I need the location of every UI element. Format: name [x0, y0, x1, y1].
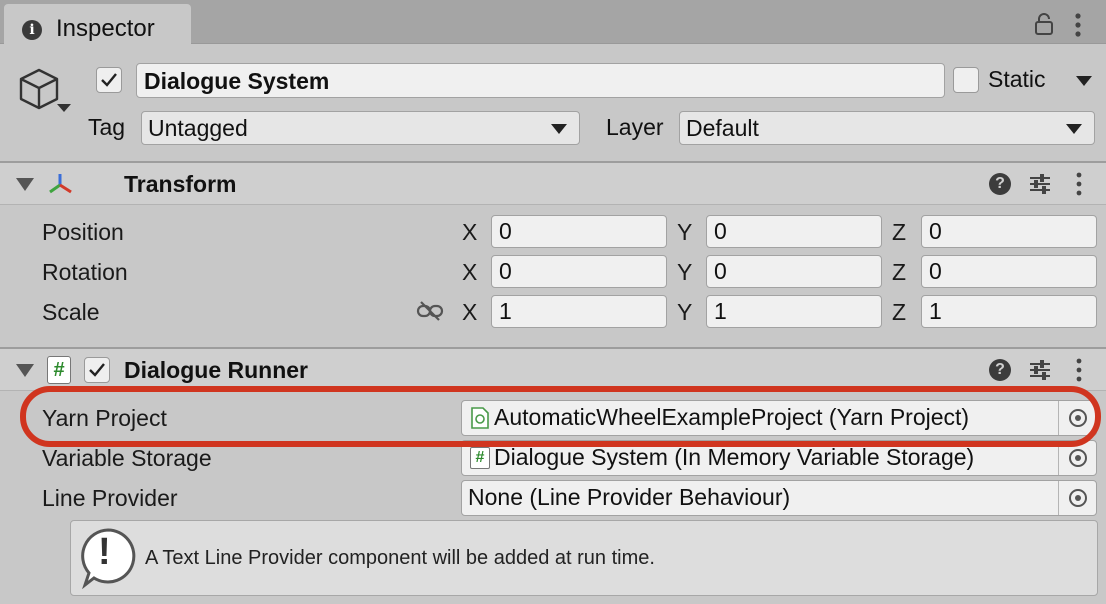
chevron-down-icon — [1066, 124, 1082, 134]
rotation-y-field[interactable]: 0 — [706, 255, 882, 288]
unlinked-chain-icon[interactable] — [416, 300, 444, 322]
target-icon — [1069, 489, 1087, 507]
axis-y-label: Y — [677, 299, 693, 325]
axis-z-label: Z — [892, 259, 907, 285]
presets-sliders-icon[interactable] — [1028, 172, 1052, 196]
lock-icon[interactable] — [1034, 13, 1054, 35]
line-provider-label: Line Provider — [42, 485, 178, 511]
rotation-z-field[interactable]: 0 — [921, 255, 1097, 288]
scale-y-field[interactable]: 1 — [706, 295, 882, 328]
chevron-down-icon — [551, 124, 567, 134]
gameobject-cube-icon[interactable] — [16, 66, 62, 112]
axis-z-label: Z — [892, 219, 907, 245]
presets-sliders-icon[interactable] — [1028, 358, 1052, 382]
help-icon[interactable]: ? — [989, 173, 1011, 195]
transform-header[interactable]: Transform ? — [0, 163, 1106, 205]
variable-storage-value: Dialogue System (In Memory Variable Stor… — [494, 444, 975, 470]
scale-z-field[interactable]: 1 — [921, 295, 1097, 328]
layer-dropdown[interactable]: Default — [679, 111, 1095, 145]
dialogue-runner-title: Dialogue Runner — [124, 357, 309, 383]
transform-axes-icon — [49, 174, 72, 194]
rotation-x-field[interactable]: 0 — [491, 255, 667, 288]
static-checkbox[interactable] — [953, 67, 979, 93]
axis-y-label: Y — [677, 259, 693, 285]
tag-dropdown[interactable]: Untagged — [141, 111, 580, 145]
variable-storage-label: Variable Storage — [42, 445, 212, 471]
line-provider-field[interactable]: None (Line Provider Behaviour) — [461, 480, 1097, 516]
info-icon: i — [22, 20, 42, 40]
foldout-arrow-icon[interactable] — [16, 178, 34, 191]
layer-label: Layer — [606, 114, 664, 140]
static-dropdown-icon[interactable] — [1076, 76, 1092, 86]
kebab-menu-icon[interactable] — [1072, 171, 1086, 197]
line-provider-value: None (Line Provider Behaviour) — [468, 484, 791, 510]
tab-inspector[interactable]: i Inspector — [4, 4, 191, 45]
rotation-label: Rotation — [42, 259, 128, 285]
object-name-field[interactable]: Dialogue System — [136, 63, 945, 98]
icon-dropdown-caret-icon[interactable] — [57, 104, 71, 112]
kebab-menu-icon[interactable] — [1072, 357, 1086, 383]
target-icon — [1069, 449, 1087, 467]
info-helpbox: ! A Text Line Provider component will be… — [70, 520, 1098, 596]
transform-title: Transform — [124, 171, 237, 197]
tab-inspector-label: Inspector — [56, 15, 155, 42]
help-icon[interactable]: ? — [989, 359, 1011, 381]
static-label: Static — [988, 66, 1046, 92]
script-icon: # — [47, 356, 71, 384]
dialogue-runner-enabled-checkbox[interactable] — [84, 357, 110, 383]
object-picker-button[interactable] — [1058, 481, 1096, 515]
dialogue-runner-header[interactable]: # Dialogue Runner ? — [0, 349, 1106, 391]
checkmark-icon — [89, 363, 105, 377]
position-label: Position — [42, 219, 124, 245]
foldout-arrow-icon[interactable] — [16, 364, 34, 377]
tag-label: Tag — [88, 114, 126, 140]
kebab-menu-icon[interactable] — [1070, 12, 1086, 38]
script-icon: # — [470, 447, 490, 469]
scale-x-field[interactable]: 1 — [491, 295, 667, 328]
scale-label: Scale — [42, 299, 100, 325]
axis-x-label: X — [462, 299, 478, 325]
layer-value: Default — [686, 115, 759, 141]
axis-x-label: X — [462, 219, 478, 245]
position-z-field[interactable]: 0 — [921, 215, 1097, 248]
checkmark-icon — [101, 73, 117, 87]
axis-y-label: Y — [677, 219, 693, 245]
active-checkbox[interactable] — [96, 67, 122, 93]
tag-value: Untagged — [148, 115, 248, 141]
axis-z-label: Z — [892, 299, 907, 325]
position-y-field[interactable]: 0 — [706, 215, 882, 248]
warning-glyph: ! — [98, 531, 111, 573]
position-x-field[interactable]: 0 — [491, 215, 667, 248]
helpbox-text: A Text Line Provider component will be a… — [145, 547, 655, 569]
highlight-annotation — [20, 386, 1101, 447]
axis-x-label: X — [462, 259, 478, 285]
